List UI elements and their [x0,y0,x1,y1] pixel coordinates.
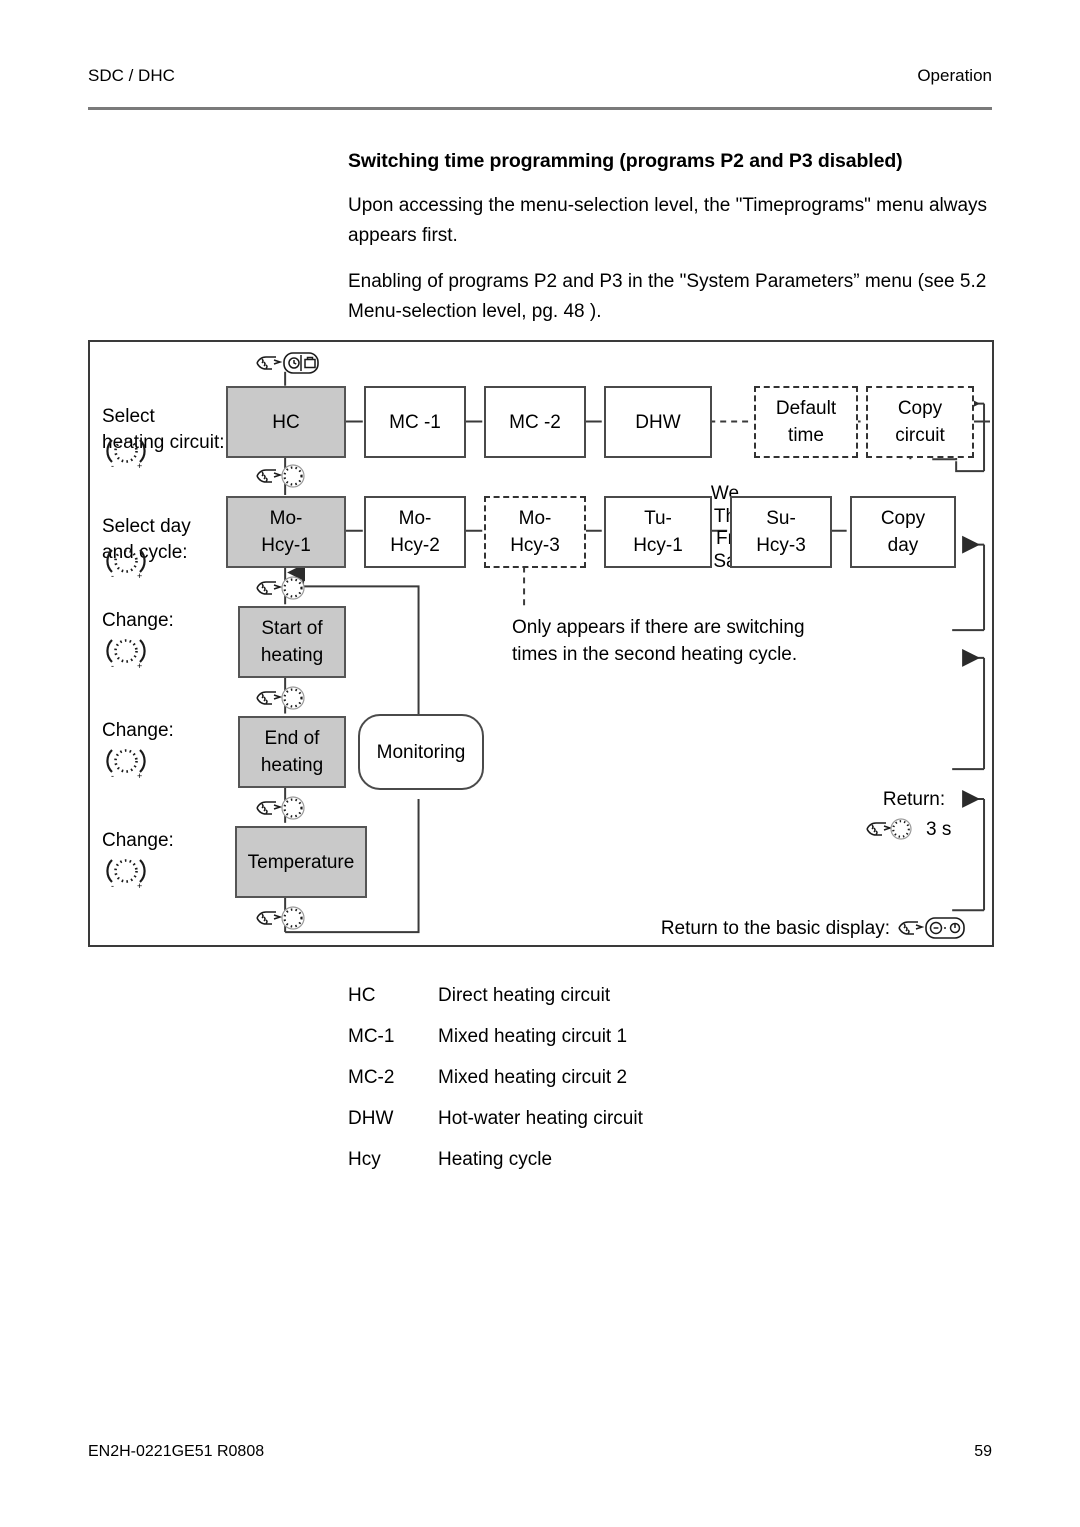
header-section-title: Operation [917,66,992,85]
rotary-knob-icon: - + [104,542,148,587]
node-su-hcy-3[interactable]: Su- Hcy-3 [730,496,832,568]
navigation-flow-diagram: Select heating circuit: - + HC MC -1 MC … [88,340,994,947]
node-copy-day[interactable]: Copy day [850,496,956,568]
legend-desc: Mixed heating circuit 2 [438,1066,628,1088]
svg-text:+: + [137,461,142,471]
note-return-label: Return: [882,789,946,810]
node-default-time[interactable]: Default time [754,386,858,458]
legend-desc: Heating cycle [438,1148,553,1170]
intro-paragraph-1: Upon accessing the menu-selection level,… [348,195,988,246]
svg-text:-: - [111,771,114,781]
hand-press-knob-icon [253,683,317,718]
header-document-title: SDC / DHC [88,66,175,85]
svg-text:+: + [137,661,142,671]
hand-press-timeprogram-button-icon [253,350,323,381]
intro-block: Switching time programming (programs P2 … [348,150,996,343]
node-dhw[interactable]: DHW [604,386,712,458]
node-temperature[interactable]: Temperature [235,826,367,898]
hand-press-knob-icon [253,573,317,608]
node-copy-circuit[interactable]: Copy circuit [866,386,974,458]
footer-document-code: EN2H-0221GE51 R0808 [88,1443,265,1460]
note-return-seconds: 3 s [926,819,952,840]
rotary-knob-icon: - + [104,742,148,787]
hand-press-knob-icon [253,461,317,496]
legend-abbr: MC-2 [348,1066,395,1088]
node-end-of-heating[interactable]: End of heating [238,716,346,788]
legend-abbr: MC-1 [348,1025,395,1047]
node-hc[interactable]: HC [226,386,346,458]
svg-text:+: + [137,881,142,891]
svg-text:-: - [111,881,114,891]
svg-text:+: + [137,571,142,581]
legend-desc: Hot-water heating circuit [438,1107,643,1129]
svg-text:-: - [111,571,114,581]
page-header: SDC / DHC Operation [88,66,992,106]
node-mo-hcy-1[interactable]: Mo- Hcy-1 [226,496,346,568]
svg-text:+: + [137,771,142,781]
note-return-to-basic-display: Return to the basic display: [660,918,890,939]
legend-desc: Mixed heating circuit 1 [438,1025,628,1047]
page-title: Switching time programming (programs P2 … [348,150,903,172]
legend-abbr: HC [348,984,376,1006]
node-mo-hcy-2[interactable]: Mo- Hcy-2 [364,496,466,568]
hand-press-knob-icon [253,793,317,828]
intro-paragraph-2: Enabling of programs P2 and P3 in the "S… [348,271,987,322]
hand-press-knob-icon [865,815,923,848]
node-tu-hcy-1[interactable]: Tu- Hcy-1 [604,496,712,568]
node-mo-hcy-3[interactable]: Mo- Hcy-3 [484,496,586,568]
legend-desc: Direct heating circuit [438,984,611,1006]
legend-abbr: DHW [348,1107,394,1129]
node-mc-2[interactable]: MC -2 [484,386,586,458]
label-change-start-of-heating: Change: [102,610,174,631]
header-divider-rule [88,107,992,110]
legend-row: MC-2 Mixed heating circuit 2 [348,1057,948,1098]
svg-text:-: - [111,661,114,671]
legend-row: Hcy Heating cycle [348,1139,948,1180]
rotary-knob-icon: - + [104,432,148,477]
node-mc-1[interactable]: MC -1 [364,386,466,458]
node-monitoring[interactable]: Monitoring [358,714,484,790]
note-only-appears: Only appears if there are switching time… [512,617,805,665]
legend-abbr: Hcy [348,1148,381,1170]
hand-press-knob-icon [253,903,317,938]
node-start-of-heating[interactable]: Start of heating [238,606,346,678]
rotary-knob-icon: - + [104,852,148,897]
hand-press-standby-button-icon [896,915,968,946]
label-change-temperature: Change: [102,830,174,851]
svg-text:-: - [111,461,114,471]
abbreviation-legend: HC Direct heating circuit MC-1 Mixed hea… [348,975,948,1180]
page-footer: EN2H-0221GE51 R0808 59 [88,1443,992,1467]
legend-row: HC Direct heating circuit [348,975,948,1016]
label-change-end-of-heating: Change: [102,720,174,741]
legend-row: DHW Hot-water heating circuit [348,1098,948,1139]
footer-page-number: 59 [974,1443,992,1460]
legend-row: MC-1 Mixed heating circuit 1 [348,1016,948,1057]
rotary-knob-icon: - + [104,632,148,677]
